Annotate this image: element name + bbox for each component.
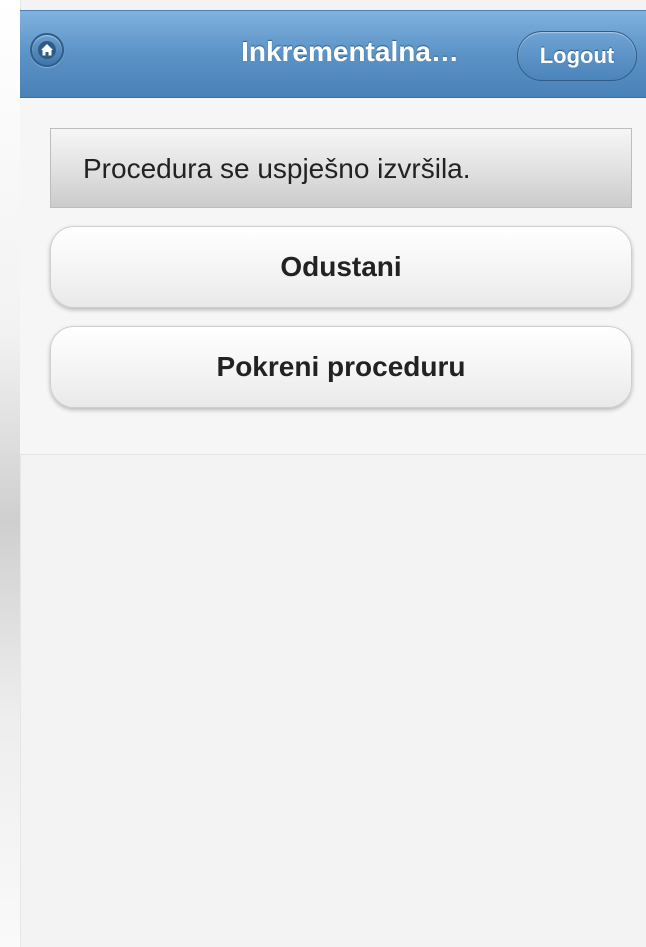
home-icon (41, 44, 53, 56)
run-procedure-button[interactable]: Pokreni proceduru (50, 326, 632, 408)
left-edge-bar (0, 0, 21, 947)
logout-button[interactable]: Logout (517, 31, 637, 81)
page-title: Inkrementalna… (241, 36, 459, 67)
cancel-button[interactable]: Odustani (50, 226, 632, 308)
main-content: Procedura se uspješno izvršila. Odustani… (20, 98, 646, 455)
app-header: Inkrementalna… Logout (20, 10, 646, 98)
status-message: Procedura se uspješno izvršila. (50, 128, 632, 208)
home-button[interactable] (30, 33, 64, 67)
